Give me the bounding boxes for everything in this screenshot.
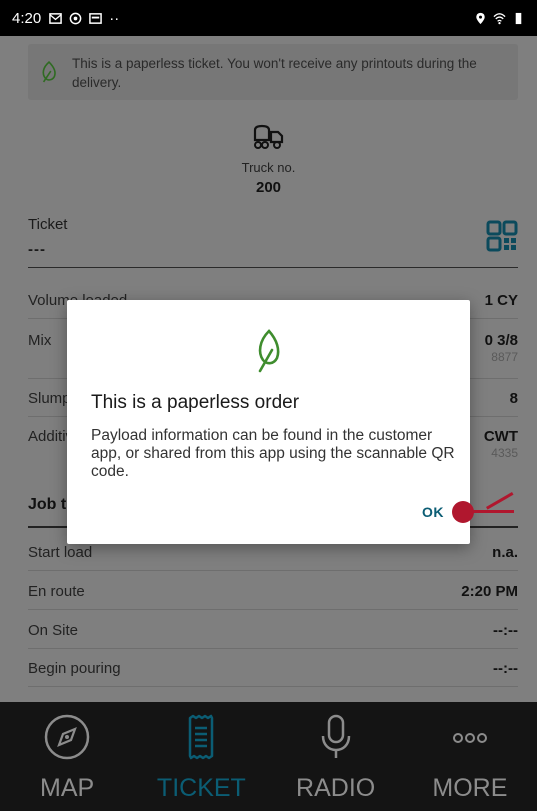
bottom-navigation: MAP TICKET RADIO MORE xyxy=(0,702,537,811)
truck-number: 200 xyxy=(255,179,282,196)
job-time-row: En route 2:20 PM xyxy=(28,577,518,605)
job-time-label: On Site xyxy=(28,621,79,639)
click-indicator xyxy=(452,501,474,523)
truck-info: Truck no. 200 xyxy=(0,124,537,196)
divider xyxy=(28,609,518,610)
nav-radio-label: RADIO xyxy=(296,774,376,802)
truck-label: Truck no. xyxy=(241,160,296,175)
job-time-value: 2:20 PM xyxy=(461,582,518,600)
nav-map[interactable]: MAP xyxy=(0,702,134,811)
gmail-icon xyxy=(49,12,63,24)
location-icon xyxy=(476,12,485,24)
ticket-value: --- xyxy=(28,241,46,258)
truck-icon xyxy=(253,124,283,149)
status-time: 4:20 xyxy=(12,9,42,27)
ticket-label: Ticket xyxy=(28,216,68,233)
slump-value: 8 xyxy=(509,389,518,407)
divider xyxy=(28,570,518,571)
compass-icon xyxy=(44,714,90,760)
mix-label: Mix xyxy=(28,331,52,349)
job-time-label: Start load xyxy=(28,543,93,561)
mix-code: 8877 xyxy=(491,350,518,364)
paperless-order-dialog: This is a paperless order Payload inform… xyxy=(67,300,470,544)
divider xyxy=(28,648,518,649)
status-bar: 4:20 ·· xyxy=(0,0,537,36)
nav-radio[interactable]: RADIO xyxy=(269,702,403,811)
more-icon xyxy=(452,733,487,743)
paperless-banner: This is a paperless ticket. You won't re… xyxy=(28,44,518,100)
qr-code-icon[interactable] xyxy=(486,220,518,252)
job-time-row: On Site --:-- xyxy=(28,616,518,644)
mix-value: 0 3/8 xyxy=(484,331,518,349)
leaf-icon xyxy=(42,60,56,83)
ticket-field: Ticket --- xyxy=(28,216,518,268)
dialog-message: Payload information can be found in the … xyxy=(91,427,455,480)
job-time-value: --:-- xyxy=(493,621,518,639)
nav-more-label: MORE xyxy=(432,774,508,802)
sync-icon xyxy=(69,12,82,24)
job-time-label: Begin pouring xyxy=(28,659,121,677)
job-time-value: --:-- xyxy=(493,659,518,677)
volume-value: 1 CY xyxy=(484,291,518,309)
battery-icon xyxy=(515,12,522,24)
ok-button[interactable]: OK xyxy=(422,504,444,520)
wifi-icon xyxy=(493,12,506,24)
slump-label: Slump xyxy=(28,389,71,407)
leaf-icon xyxy=(258,329,280,373)
receipt-icon xyxy=(189,714,214,760)
additives-code: 4335 xyxy=(491,446,518,460)
pointer-line xyxy=(470,510,514,513)
nav-more[interactable]: MORE xyxy=(403,702,537,811)
job-time-value: n.a. xyxy=(492,543,518,561)
nav-ticket[interactable]: TICKET xyxy=(134,702,268,811)
additives-value: CWT xyxy=(483,427,518,445)
divider xyxy=(28,686,518,687)
more-dots-icon: ·· xyxy=(109,9,120,27)
notification-icon xyxy=(89,12,103,24)
job-time-label: En route xyxy=(28,582,85,600)
job-time-row: Begin pouring --:-- xyxy=(28,654,518,682)
banner-text: This is a paperless ticket. You won't re… xyxy=(72,56,477,90)
nav-ticket-label: TICKET xyxy=(156,774,246,802)
dialog-title: This is a paperless order xyxy=(91,392,300,413)
microphone-icon xyxy=(321,714,350,758)
nav-map-label: MAP xyxy=(40,774,95,802)
